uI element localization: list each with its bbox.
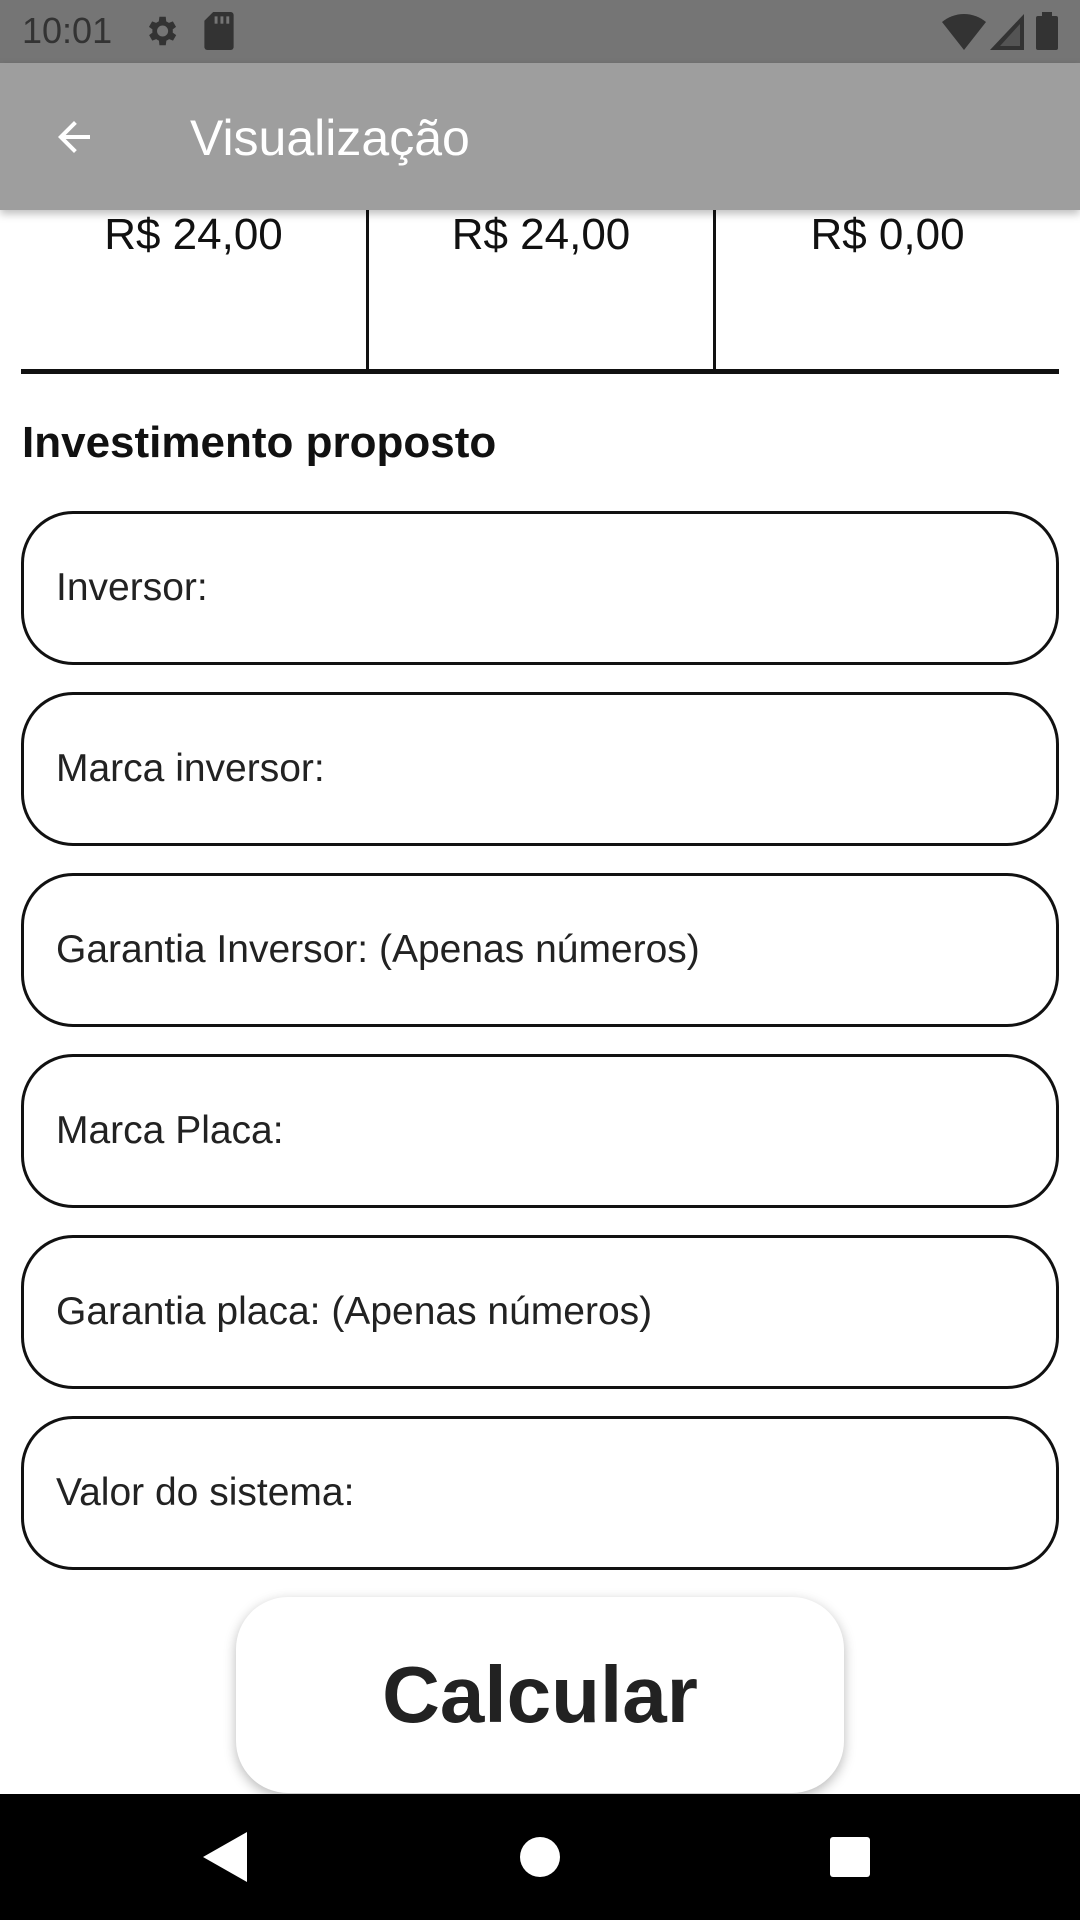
inverter-brand-field[interactable] [21, 692, 1059, 846]
summary-value: R$ 0,00 [810, 210, 965, 259]
status-bar: 10:01 [0, 0, 1080, 63]
panel-brand-field[interactable] [21, 1054, 1059, 1208]
recents-square-icon [830, 1837, 870, 1877]
system-value-field[interactable] [21, 1416, 1059, 1570]
page-title: Visualização [190, 110, 470, 166]
system-nav-bar [0, 1794, 1080, 1920]
wifi-icon [942, 14, 986, 55]
home-circle-icon [520, 1837, 560, 1877]
status-time: 10:01 [22, 10, 113, 51]
summary-cell: R$ 24,00 [369, 210, 713, 370]
summary-value: R$ 24,00 [451, 210, 631, 259]
inverter-field[interactable] [21, 511, 1059, 665]
back-button[interactable] [40, 103, 108, 171]
panel-warranty-field[interactable] [21, 1235, 1059, 1389]
inverter-input[interactable] [56, 566, 1016, 610]
section-title: Investimento proposto [22, 418, 497, 467]
panel-brand-input[interactable] [56, 1109, 1016, 1153]
summary-cell: R$ 0,00 [716, 210, 1059, 370]
arrow-left-icon [58, 121, 90, 153]
calculate-button[interactable]: Calcular [236, 1597, 844, 1793]
sd-card-icon [204, 12, 234, 55]
panel-warranty-input[interactable] [56, 1290, 1016, 1334]
back-triangle-icon [203, 1832, 247, 1882]
summary-cell: R$ 24,00 [21, 210, 366, 370]
divider [21, 369, 1059, 374]
gear-icon [142, 12, 180, 55]
inverter-warranty-input[interactable] [56, 928, 1016, 972]
battery-icon [1036, 12, 1058, 55]
inverter-warranty-field[interactable] [21, 873, 1059, 1027]
summary-values-table: R$ 24,00 R$ 24,00 R$ 0,00 [21, 210, 1059, 374]
signal-icon [990, 14, 1024, 55]
summary-value: R$ 24,00 [104, 210, 283, 259]
inverter-brand-input[interactable] [56, 747, 1016, 791]
app-bar: Visualização [0, 63, 1080, 210]
nav-home-button[interactable] [505, 1822, 575, 1892]
system-value-input[interactable] [56, 1471, 1016, 1515]
nav-back-button[interactable] [190, 1822, 260, 1892]
nav-recents-button[interactable] [815, 1822, 885, 1892]
